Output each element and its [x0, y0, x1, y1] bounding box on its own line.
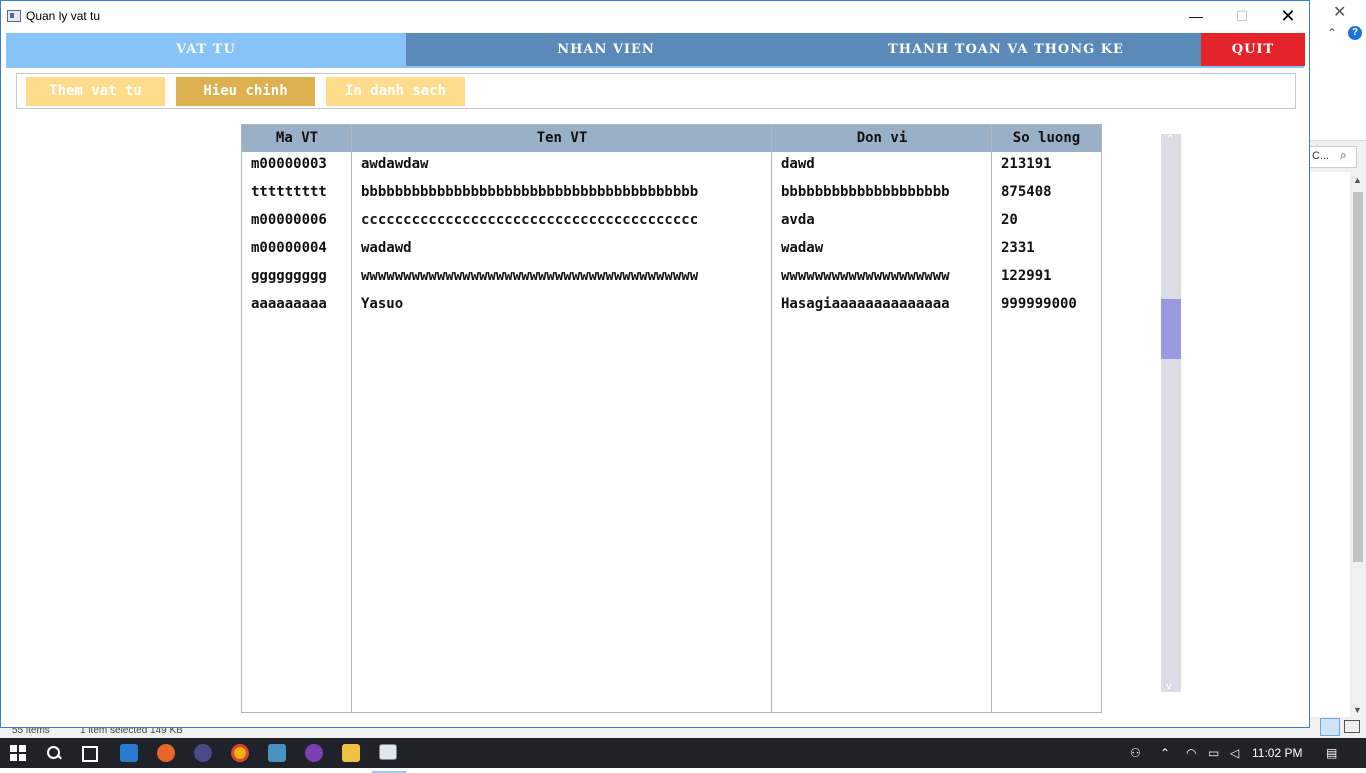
help-icon[interactable]: ?: [1348, 26, 1362, 40]
table-scrollbar[interactable]: ^ v: [1161, 134, 1181, 692]
table-cell[interactable]: 122991: [1001, 268, 1099, 284]
table-cell[interactable]: 213191: [1001, 156, 1099, 172]
table-cell[interactable]: Yasuo: [361, 296, 769, 312]
notifications-icon[interactable]: ▤: [1326, 746, 1337, 760]
taskbar: ⚇ ⌃ ◠ ▭ ◁ 11:02 PM ▤: [0, 738, 1366, 773]
tab-vat-tu[interactable]: VAT TU: [6, 33, 406, 66]
scroll-down-icon[interactable]: v: [1166, 681, 1172, 692]
column-divider: [351, 125, 352, 712]
table-cell[interactable]: ttttttttt: [251, 184, 349, 200]
chrome-icon[interactable]: [231, 744, 249, 762]
title-bar[interactable]: Quan ly vat tu — ☐ ✕: [1, 1, 1309, 31]
table-cell[interactable]: 2331: [1001, 240, 1099, 256]
table-cell[interactable]: ggggggggg: [251, 268, 349, 284]
table-cell[interactable]: avda: [781, 212, 989, 228]
eclipse-icon[interactable]: [194, 744, 212, 762]
close-button[interactable]: ✕: [1265, 1, 1311, 31]
table-cell[interactable]: 875408: [1001, 184, 1099, 200]
table-cell[interactable]: bbbbbbbbbbbbbbbbbbbb: [781, 184, 989, 200]
table-header: Ma VT Ten VT Don vi So luong: [242, 125, 1101, 152]
materials-table[interactable]: Ma VT Ten VT Don vi So luong m00000003 aw…: [241, 124, 1102, 713]
table-cell[interactable]: wadaw: [781, 240, 989, 256]
computer-app-icon[interactable]: [120, 744, 138, 762]
maximize-button[interactable]: ☐: [1219, 1, 1265, 31]
explorer-scrollbar[interactable]: ▲ ▼: [1350, 172, 1366, 717]
table-cell[interactable]: aaaaaaaaa: [251, 296, 349, 312]
minimize-button[interactable]: —: [1173, 1, 1219, 31]
ribbon-collapse-icon[interactable]: ⌃: [1327, 26, 1337, 40]
java-app-icon[interactable]: [372, 744, 406, 773]
background-close-icon[interactable]: ✕: [1333, 2, 1346, 22]
editor-app-icon[interactable]: [268, 744, 286, 762]
clock[interactable]: 11:02 PM: [1252, 746, 1302, 760]
add-item-button[interactable]: Them vat tu: [26, 77, 165, 106]
view-toggle[interactable]: [1320, 718, 1366, 738]
windows-start-icon[interactable]: [10, 745, 26, 761]
table-cell[interactable]: awdawdaw: [361, 156, 769, 172]
tab-thanh-toan-va-thong-ke[interactable]: THANH TOAN VA THONG KE: [806, 33, 1206, 66]
column-header-ma-vt[interactable]: Ma VT: [242, 125, 352, 152]
task-view-icon[interactable]: [82, 746, 98, 762]
table-cell[interactable]: cccccccccccccccccccccccccccccccccccccccc: [361, 212, 769, 228]
scroll-down-icon[interactable]: ▼: [1353, 705, 1362, 715]
scroll-thumb[interactable]: [1161, 299, 1181, 359]
file-explorer-icon[interactable]: [342, 744, 360, 762]
main-nav: VAT TU NHAN VIEN THANH TOAN VA THONG KE …: [6, 33, 1305, 66]
explorer-search-input[interactable]: C... ⌕: [1310, 146, 1357, 168]
explorer-file-list[interactable]: [1310, 172, 1350, 717]
window-title: Quan ly vat tu: [26, 9, 101, 23]
action-toolbar: Them vat tu Hieu chinh In danh sach: [16, 73, 1296, 109]
quit-button[interactable]: QUIT: [1201, 33, 1305, 66]
column-header-don-vi[interactable]: Don vi: [772, 125, 992, 152]
search-icon: ⌕: [1340, 148, 1347, 162]
column-header-so-luong[interactable]: So luong: [992, 125, 1101, 152]
volume-icon[interactable]: ◁: [1230, 746, 1239, 760]
scroll-up-icon[interactable]: ▲: [1353, 175, 1362, 185]
table-cell[interactable]: bbbbbbbbbbbbbbbbbbbbbbbbbbbbbbbbbbbbbbbb: [361, 184, 769, 200]
people-icon[interactable]: ⚇: [1130, 746, 1141, 760]
table-cell[interactable]: wadawd: [361, 240, 769, 256]
table-cell[interactable]: dawd: [781, 156, 989, 172]
column-divider: [991, 125, 992, 712]
details-view-icon[interactable]: [1320, 718, 1340, 736]
column-divider: [771, 125, 772, 712]
table-cell[interactable]: 999999000: [1001, 296, 1099, 312]
show-hidden-icons-icon[interactable]: ⌃: [1160, 746, 1170, 760]
table-cell[interactable]: m00000004: [251, 240, 349, 256]
table-cell[interactable]: 20: [1001, 212, 1099, 228]
table-cell[interactable]: m00000006: [251, 212, 349, 228]
nav-underline: [6, 66, 1304, 68]
table-cell[interactable]: m00000003: [251, 156, 349, 172]
table-cell[interactable]: Hasagiaaaaaaaaaaaaaa: [781, 296, 989, 312]
search-placeholder: C...: [1312, 150, 1330, 162]
edit-button[interactable]: Hieu chinh: [176, 77, 315, 106]
table-cell[interactable]: wwwwwwwwwwwwwwwwwwwwwwwwwwwwwwwwwwwwwwww: [361, 268, 769, 284]
wifi-icon[interactable]: ◠: [1186, 746, 1196, 760]
purple-app-icon[interactable]: [305, 744, 323, 762]
scroll-up-icon[interactable]: ^: [1166, 134, 1174, 145]
explorer-scroll-thumb[interactable]: [1353, 192, 1363, 562]
print-list-button[interactable]: In danh sach: [326, 77, 465, 106]
tab-nhan-vien[interactable]: NHAN VIEN: [406, 33, 806, 66]
table-cell[interactable]: wwwwwwwwwwwwwwwwwwww: [781, 268, 989, 284]
firefox-icon[interactable]: [157, 744, 175, 762]
app-icon: [7, 10, 21, 22]
search-icon[interactable]: [46, 745, 62, 761]
large-icons-view-icon[interactable]: [1344, 720, 1360, 733]
battery-icon[interactable]: ▭: [1208, 746, 1219, 760]
column-header-ten-vt[interactable]: Ten VT: [352, 125, 772, 152]
